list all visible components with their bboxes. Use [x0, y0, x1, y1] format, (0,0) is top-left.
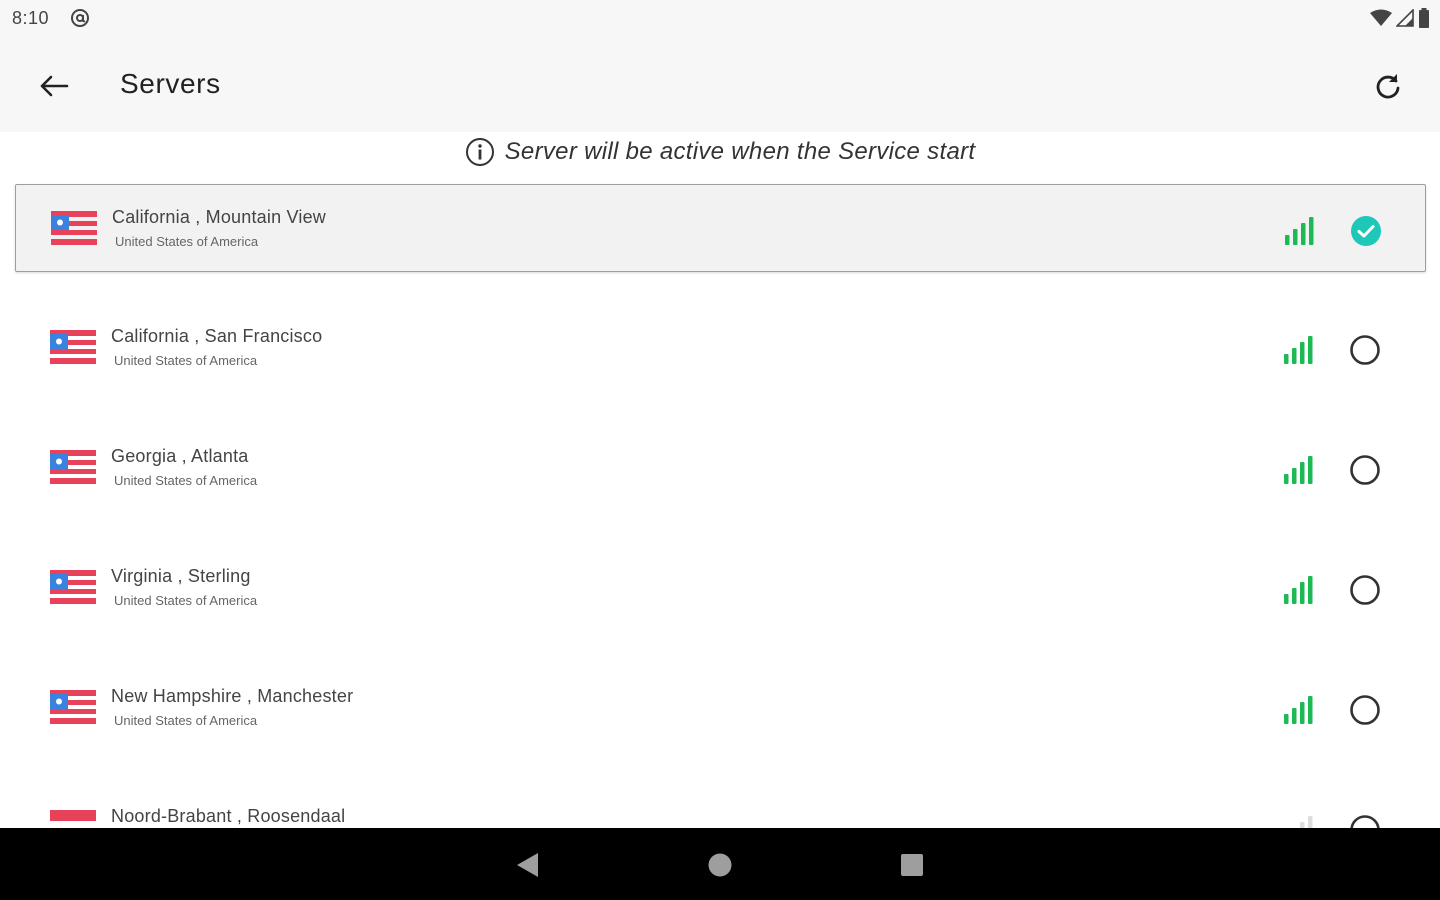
battery-icon: [1419, 8, 1429, 28]
signal-strength-icon: [1284, 336, 1313, 364]
server-country: United States of America: [114, 593, 258, 608]
page-title: Servers: [120, 68, 221, 99]
server-name: Virginia , Sterling: [111, 566, 251, 586]
signal-strength-icon: [1284, 456, 1313, 484]
server-row[interactable]: New Hampshire , Manchester United States…: [15, 664, 1426, 752]
nl-flag-icon: [50, 810, 96, 828]
nav-back-button[interactable]: [512, 850, 542, 880]
server-list: California , Mountain View United States…: [0, 180, 1440, 828]
system-nav-bar: [0, 828, 1440, 900]
radio-unselected-icon[interactable]: [1349, 574, 1381, 606]
check-circle-icon[interactable]: [1350, 215, 1382, 247]
us-flag-icon: [51, 211, 97, 245]
refresh-button[interactable]: [1364, 64, 1412, 108]
server-name: New Hampshire , Manchester: [111, 686, 354, 706]
at-sign-icon: [71, 9, 89, 27]
info-icon: [465, 138, 494, 166]
status-icons: [1370, 8, 1430, 28]
us-flag-icon: [50, 570, 96, 604]
signal-strength-icon: [1284, 696, 1313, 724]
server-country: United States of America: [114, 473, 258, 488]
arrow-left-icon: [40, 75, 69, 97]
back-button[interactable]: [30, 66, 78, 106]
server-row[interactable]: California , San Francisco United States…: [15, 304, 1426, 392]
server-name: California , San Francisco: [111, 326, 323, 346]
server-country: United States of America: [115, 234, 259, 249]
radio-unselected-icon[interactable]: [1349, 334, 1381, 366]
server-row[interactable]: Noord-Brabant , Roosendaal: [15, 784, 1426, 828]
us-flag-icon: [50, 450, 96, 484]
server-row[interactable]: Virginia , Sterling United States of Ame…: [15, 544, 1426, 632]
info-note: Server will be active when the Service s…: [0, 132, 1440, 172]
us-flag-icon: [50, 330, 96, 364]
server-row[interactable]: Georgia , Atlanta United States of Ameri…: [15, 424, 1426, 512]
wifi-icon: [1370, 9, 1392, 26]
app-toolbar: Servers: [0, 38, 1440, 132]
signal-strength-icon: [1300, 816, 1313, 828]
recents-square-icon: [901, 854, 923, 876]
signal-strength-icon: [1285, 217, 1314, 245]
home-circle-icon: [708, 853, 732, 877]
back-triangle-icon: [517, 853, 538, 877]
nav-recents-button[interactable]: [897, 850, 927, 880]
server-name: California , Mountain View: [112, 207, 326, 227]
server-name: Georgia , Atlanta: [111, 446, 249, 466]
server-row[interactable]: California , Mountain View United States…: [15, 184, 1426, 272]
radio-unselected-icon[interactable]: [1349, 814, 1381, 828]
server-country: United States of America: [114, 713, 258, 728]
us-flag-icon: [50, 690, 96, 724]
info-text: Server will be active when the Service s…: [504, 138, 976, 165]
signal-strength-icon: [1284, 576, 1313, 604]
radio-unselected-icon[interactable]: [1349, 454, 1381, 486]
server-country: United States of America: [114, 353, 258, 368]
status-bar: 8:10: [0, 0, 1440, 38]
status-time: 8:10: [12, 8, 50, 28]
radio-unselected-icon[interactable]: [1349, 694, 1381, 726]
cell-signal-icon: [1396, 9, 1414, 27]
refresh-icon: [1376, 74, 1400, 99]
nav-home-button[interactable]: [705, 850, 735, 880]
server-name: Noord-Brabant , Roosendaal: [111, 806, 346, 826]
